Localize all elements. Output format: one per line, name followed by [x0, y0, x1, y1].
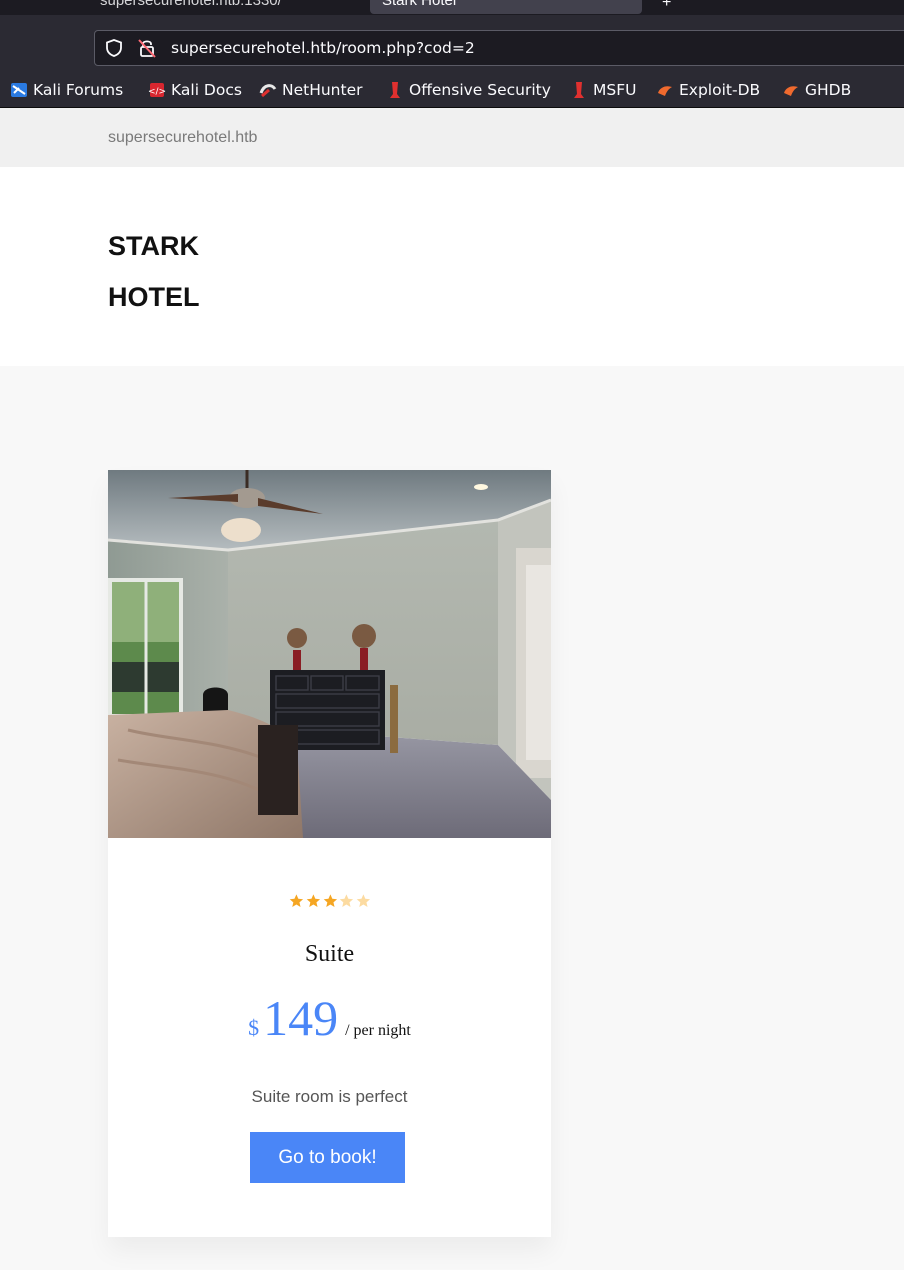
- ghdb-icon: [784, 86, 798, 96]
- kali-docs-icon: </>: [148, 83, 166, 97]
- bookmark-kali-forums[interactable]: Kali Forums: [10, 79, 123, 101]
- bookmark-label: Kali Docs: [171, 81, 242, 99]
- bookmark-ghdb[interactable]: GHDB: [782, 79, 851, 101]
- site-logo[interactable]: STARK HOTEL: [108, 221, 258, 323]
- room-name: Suite: [304, 941, 355, 967]
- nethunter-icon: [259, 84, 277, 98]
- room-section: Suite $ 149 / per night Suite room is pe…: [0, 366, 904, 1270]
- bookmark-nethunter[interactable]: NetHunter: [259, 79, 363, 101]
- tab-inactive[interactable]: supersecurehotel.htb:1330/: [100, 0, 350, 14]
- bookmark-offensive-security[interactable]: Offensive Security: [386, 79, 551, 101]
- shield-icon[interactable]: [104, 38, 124, 58]
- url-text[interactable]: supersecurehotel.htb/room.php?cod=2: [171, 39, 475, 57]
- bookmark-kali-docs[interactable]: </> Kali Docs: [148, 79, 242, 101]
- room-card: Suite $ 149 / per night Suite room is pe…: [108, 470, 551, 1237]
- offsec-icon: [390, 82, 400, 98]
- insecure-lock-icon[interactable]: [137, 37, 157, 59]
- star-icon: [323, 894, 337, 907]
- star-icon: [356, 894, 371, 907]
- site-header: STARK HOTEL: [0, 167, 904, 366]
- bookmark-label: NetHunter: [282, 81, 363, 99]
- brand-line-1: STARK: [108, 231, 199, 261]
- exploit-db-icon: [658, 86, 672, 96]
- star-icon: [289, 894, 304, 907]
- svg-text:</>: </>: [148, 87, 166, 97]
- site-top-bar: supersecurehotel.htb: [0, 108, 904, 167]
- room-description: Suite room is perfect: [251, 1087, 408, 1106]
- web-page: supersecurehotel.htb STARK HOTEL Suite $…: [0, 108, 904, 1270]
- book-button[interactable]: Go to book!: [250, 1132, 405, 1183]
- price-currency: $: [248, 1015, 260, 1040]
- star-icon: [340, 894, 354, 907]
- navigation-bar: supersecurehotel.htb/room.php?cod=2: [0, 15, 904, 72]
- star-icon: [306, 894, 320, 907]
- url-bar[interactable]: supersecurehotel.htb/room.php?cod=2: [94, 30, 904, 66]
- bookmark-label: GHDB: [805, 81, 852, 99]
- price-amount: 149: [263, 990, 339, 1046]
- bookmark-msfu[interactable]: MSFU: [570, 79, 636, 101]
- bookmark-label: MSFU: [593, 81, 637, 99]
- room-photo: [108, 470, 551, 838]
- rating-stars: [288, 893, 372, 909]
- bookmark-label: Exploit-DB: [679, 81, 761, 99]
- tab-active[interactable]: Stark Hotel: [370, 0, 642, 14]
- bookmark-label: Kali Forums: [33, 81, 124, 99]
- bookmark-label: Offensive Security: [409, 81, 551, 99]
- bookmarks-toolbar: Kali Forums </> Kali Docs NetHunter Offe…: [0, 72, 904, 108]
- kali-forums-icon: [11, 83, 27, 97]
- brand-line-2: HOTEL: [108, 282, 200, 312]
- bookmark-exploit-db[interactable]: Exploit-DB: [656, 79, 760, 101]
- tab-strip: supersecurehotel.htb:1330/ Stark Hotel +: [0, 0, 904, 15]
- site-domain: supersecurehotel.htb: [108, 129, 258, 146]
- price-unit: / per night: [345, 1022, 411, 1039]
- room-price: $ 149 / per night: [108, 988, 551, 1048]
- new-tab-icon[interactable]: +: [662, 0, 671, 12]
- msfu-icon: [574, 82, 584, 98]
